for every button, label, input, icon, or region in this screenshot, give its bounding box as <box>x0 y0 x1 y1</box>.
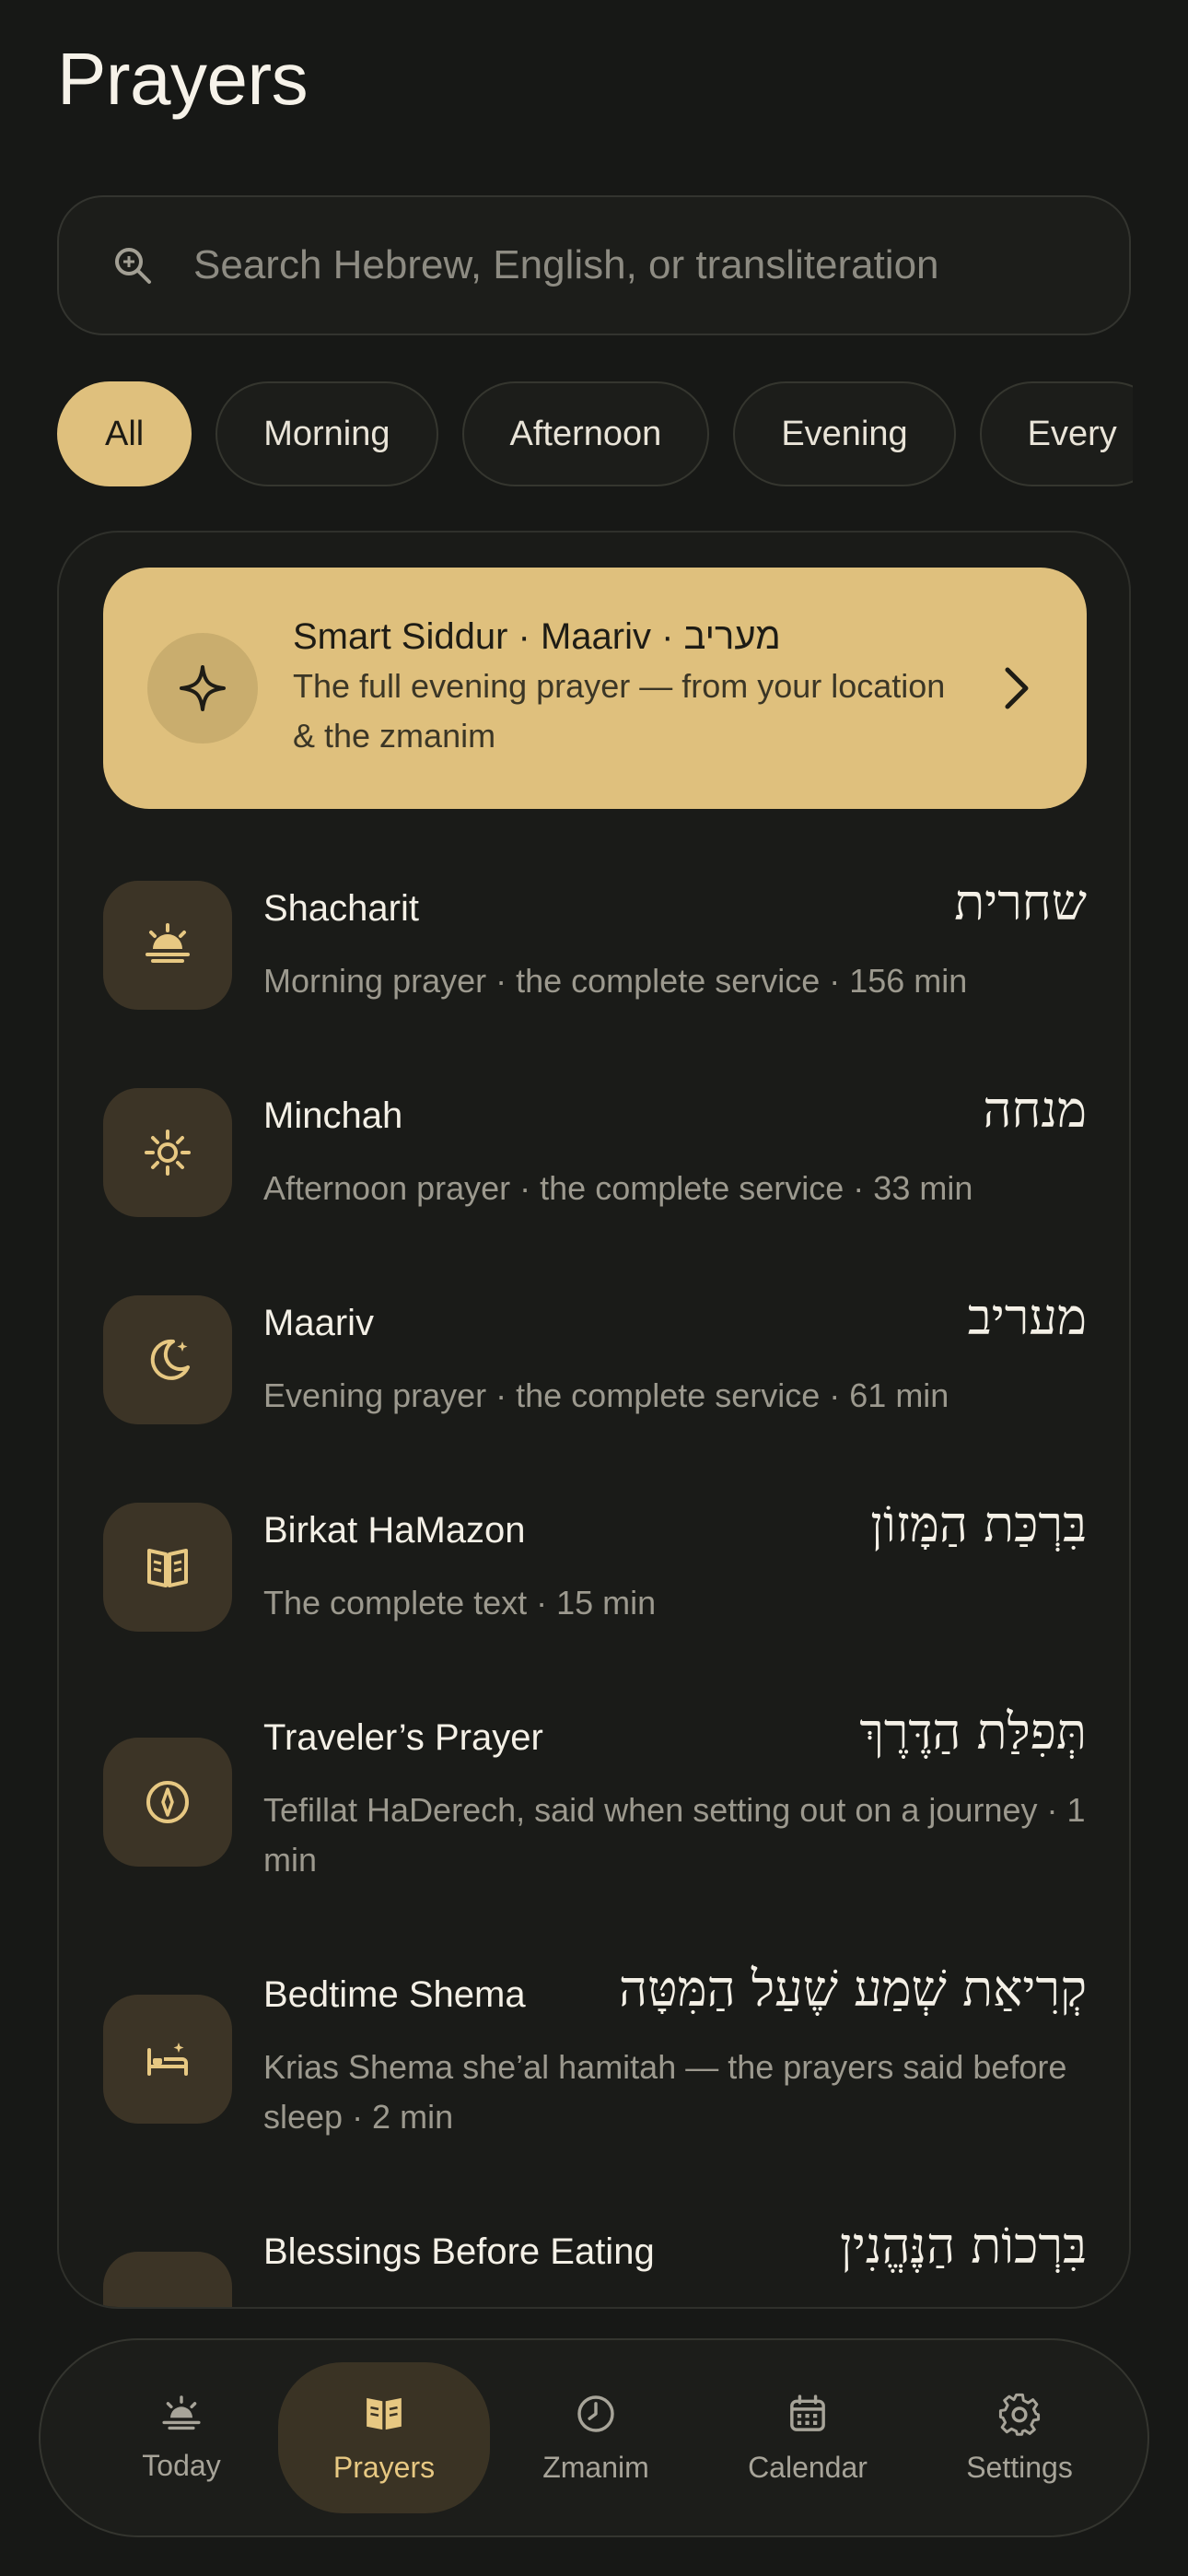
prayer-name: Traveler’s Prayer <box>263 1717 543 1758</box>
filter-chip-afternoon[interactable]: Afternoon <box>461 381 710 486</box>
chevron-right-icon <box>1005 667 1029 709</box>
prayer-item-minchah[interactable]: Minchah מנחה Afternoon prayer · the comp… <box>103 1081 1087 1217</box>
prayer-name: Blessings Before Eating <box>263 2231 655 2272</box>
prayer-subtitle: Evening prayer · the complete service · … <box>263 1376 949 1414</box>
prayer-subtitle: Morning prayer · the complete service · … <box>263 962 968 1000</box>
prayer-subtitle: Tefillat HaDerech, said when setting out… <box>263 1791 1086 1879</box>
prayer-name: Birkat HaMazon <box>263 1510 526 1551</box>
tab-label: Settings <box>966 2450 1073 2484</box>
prayer-icon-tile <box>103 1295 232 1424</box>
prayer-name: Bedtime Shema <box>263 1974 526 2015</box>
tab-prayers[interactable]: Prayers <box>278 2362 490 2513</box>
prayer-hebrew-name: בִּרְכַּת הַמָּזוֹן <box>870 1495 1087 1553</box>
sun-icon <box>145 1130 191 1176</box>
tab-today[interactable]: Today <box>76 2362 287 2513</box>
sparkle-icon-wrap <box>147 633 258 744</box>
moon-icon <box>150 1339 190 1380</box>
prayer-subtitle: Krias Shema she’al hamitah — the prayers… <box>263 2048 1067 2136</box>
prayer-item-bedtime-shema[interactable]: Bedtime Shema קְרִיאַת שְׁמַע שֶׁעַל הַמ… <box>103 1960 1087 2151</box>
prayer-subtitle: Afternoon prayer · the complete service … <box>263 1169 973 1207</box>
bottom-tab-bar: Today Prayers Zmanim Calendar Settings <box>39 2338 1149 2537</box>
prayer-icon-tile <box>103 1995 232 2124</box>
prayer-item-birkat-hamazon[interactable]: Birkat HaMazon בִּרְכַּת הַמָּזוֹן The c… <box>103 1495 1087 1632</box>
prayer-icon-tile <box>103 1503 232 1632</box>
prayer-name: Minchah <box>263 1095 403 1136</box>
bread-icon <box>142 2290 193 2309</box>
search-input[interactable]: Search Hebrew, English, or transliterati… <box>57 195 1131 335</box>
tab-label: Prayers <box>332 2450 436 2484</box>
prayer-hebrew-name: שחרית <box>954 873 1087 931</box>
filter-chips: All Morning Afternoon Evening Every <box>57 381 1133 486</box>
tab-calendar[interactable]: Calendar <box>702 2362 914 2513</box>
prayer-icon-tile <box>103 1738 232 1867</box>
prayer-hebrew-name: בִּרְכוֹת הַנֶּהֱנִין <box>839 2217 1087 2275</box>
prayer-icon-tile <box>103 2252 232 2309</box>
compass-icon <box>146 1781 189 1823</box>
sparkle-icon <box>180 665 226 711</box>
gear-icon <box>998 2393 1041 2436</box>
sunrise-icon <box>162 2395 201 2430</box>
sunrise-icon <box>146 923 190 963</box>
smart-siddur-title: Smart Siddur · Maariv · מעריב <box>293 615 781 657</box>
prayer-list: Smart Siddur · Maariv · מעריב The full e… <box>57 531 1131 2309</box>
smart-siddur-card[interactable]: Smart Siddur · Maariv · מעריב The full e… <box>103 568 1087 809</box>
prayer-hebrew-name: מנחה <box>983 1081 1087 1139</box>
filter-chip-morning[interactable]: Morning <box>215 381 438 486</box>
prayer-subtitle: The complete text · 15 min <box>263 1584 657 1622</box>
book-icon <box>147 1549 188 1587</box>
filter-chip-every[interactable]: Every <box>979 381 1133 486</box>
prayer-icon-tile <box>103 1088 232 1217</box>
search-placeholder: Search Hebrew, English, or transliterati… <box>193 242 939 287</box>
prayer-icon-tile <box>103 881 232 1010</box>
prayer-item-blessings-before-eating[interactable]: Blessings Before Eating בִּרְכוֹת הַנֶּה… <box>103 2217 1087 2309</box>
tab-label: Zmanim <box>542 2450 649 2484</box>
calendar-icon <box>790 2394 825 2431</box>
prayer-hebrew-name: מעריב <box>967 1288 1087 1346</box>
prayer-item-travelers-prayer[interactable]: Traveler’s Prayer תְּפִלַּת הַדֶּרֶךְ Te… <box>103 1703 1087 1894</box>
prayer-hebrew-name: תְּפִלַּת הַדֶּרֶךְ <box>859 1703 1087 1761</box>
smart-siddur-subtitle: The full evening prayer — from your loca… <box>293 666 946 755</box>
tab-settings[interactable]: Settings <box>914 2362 1125 2513</box>
filter-chip-all[interactable]: All <box>57 381 192 486</box>
prayer-item-shacharit[interactable]: Shacharit שחרית Morning prayer · the com… <box>103 873 1087 1010</box>
tab-zmanim[interactable]: Zmanim <box>490 2362 702 2513</box>
tab-label: Today <box>142 2448 221 2482</box>
bed-icon <box>147 2043 188 2076</box>
prayer-name: Shacharit <box>263 888 419 929</box>
filter-chip-evening[interactable]: Evening <box>733 381 956 486</box>
book-icon <box>367 2397 402 2430</box>
clock-icon <box>577 2395 614 2432</box>
search-icon <box>115 248 151 284</box>
prayer-item-maariv[interactable]: Maariv מעריב Evening prayer · the comple… <box>103 1288 1087 1424</box>
prayers-screen: Prayers Search Hebrew, English, or trans… <box>0 0 1188 2576</box>
prayer-hebrew-name: קְרִיאַת שְׁמַע שֶׁעַל הַמִּטָּה <box>618 1960 1087 2018</box>
tab-label: Calendar <box>748 2450 868 2484</box>
page-title: Prayers <box>57 38 309 120</box>
prayer-name: Maariv <box>263 1303 375 1343</box>
